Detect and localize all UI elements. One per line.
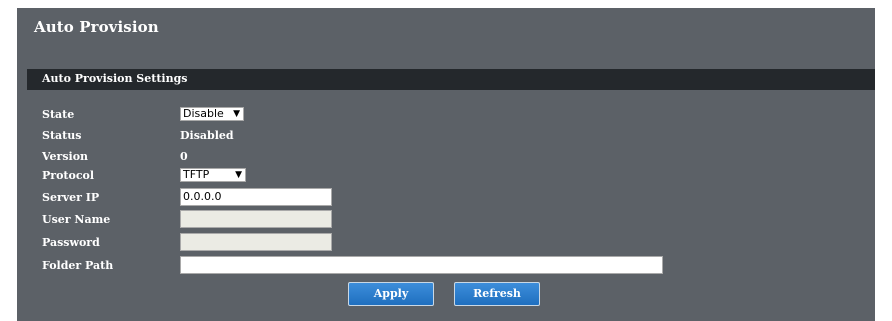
version-row: Version 0 — [17, 147, 875, 167]
password-label: Password — [42, 236, 100, 249]
protocol-select[interactable]: TFTP ▼ — [180, 168, 246, 182]
chevron-down-icon: ▼ — [233, 109, 240, 119]
user-name-input[interactable] — [180, 210, 332, 228]
folder-path-label: Folder Path — [42, 259, 114, 272]
status-value: Disabled — [180, 129, 234, 142]
state-select-value: Disable — [183, 107, 224, 120]
page-title: Auto Provision — [34, 18, 159, 36]
folder-path-input[interactable] — [180, 256, 663, 274]
password-input[interactable] — [180, 233, 332, 251]
content-panel: Auto Provision Auto Provision Settings S… — [17, 8, 875, 321]
section-header: Auto Provision Settings — [27, 69, 875, 90]
section-title: Auto Provision Settings — [42, 72, 188, 85]
folder-path-row: Folder Path — [17, 256, 875, 276]
protocol-row: Protocol TFTP ▼ — [17, 166, 875, 186]
server-ip-row: Server IP 0.0.0.0 — [17, 188, 875, 208]
version-label: Version — [42, 150, 89, 163]
server-ip-label: Server IP — [42, 191, 100, 204]
state-label: State — [42, 108, 75, 121]
user-name-row: User Name — [17, 210, 875, 230]
status-label: Status — [42, 129, 82, 142]
password-row: Password — [17, 233, 875, 253]
apply-button[interactable]: Apply — [348, 282, 434, 306]
user-name-label: User Name — [42, 213, 111, 226]
version-value: 0 — [180, 150, 188, 163]
chevron-down-icon: ▼ — [235, 170, 242, 180]
state-row: State Disable ▼ — [17, 105, 875, 125]
state-select[interactable]: Disable ▼ — [180, 107, 244, 121]
protocol-label: Protocol — [42, 169, 95, 182]
server-ip-input[interactable]: 0.0.0.0 — [180, 188, 332, 206]
status-row: Status Disabled — [17, 126, 875, 146]
protocol-select-value: TFTP — [183, 168, 210, 181]
refresh-button[interactable]: Refresh — [454, 282, 540, 306]
